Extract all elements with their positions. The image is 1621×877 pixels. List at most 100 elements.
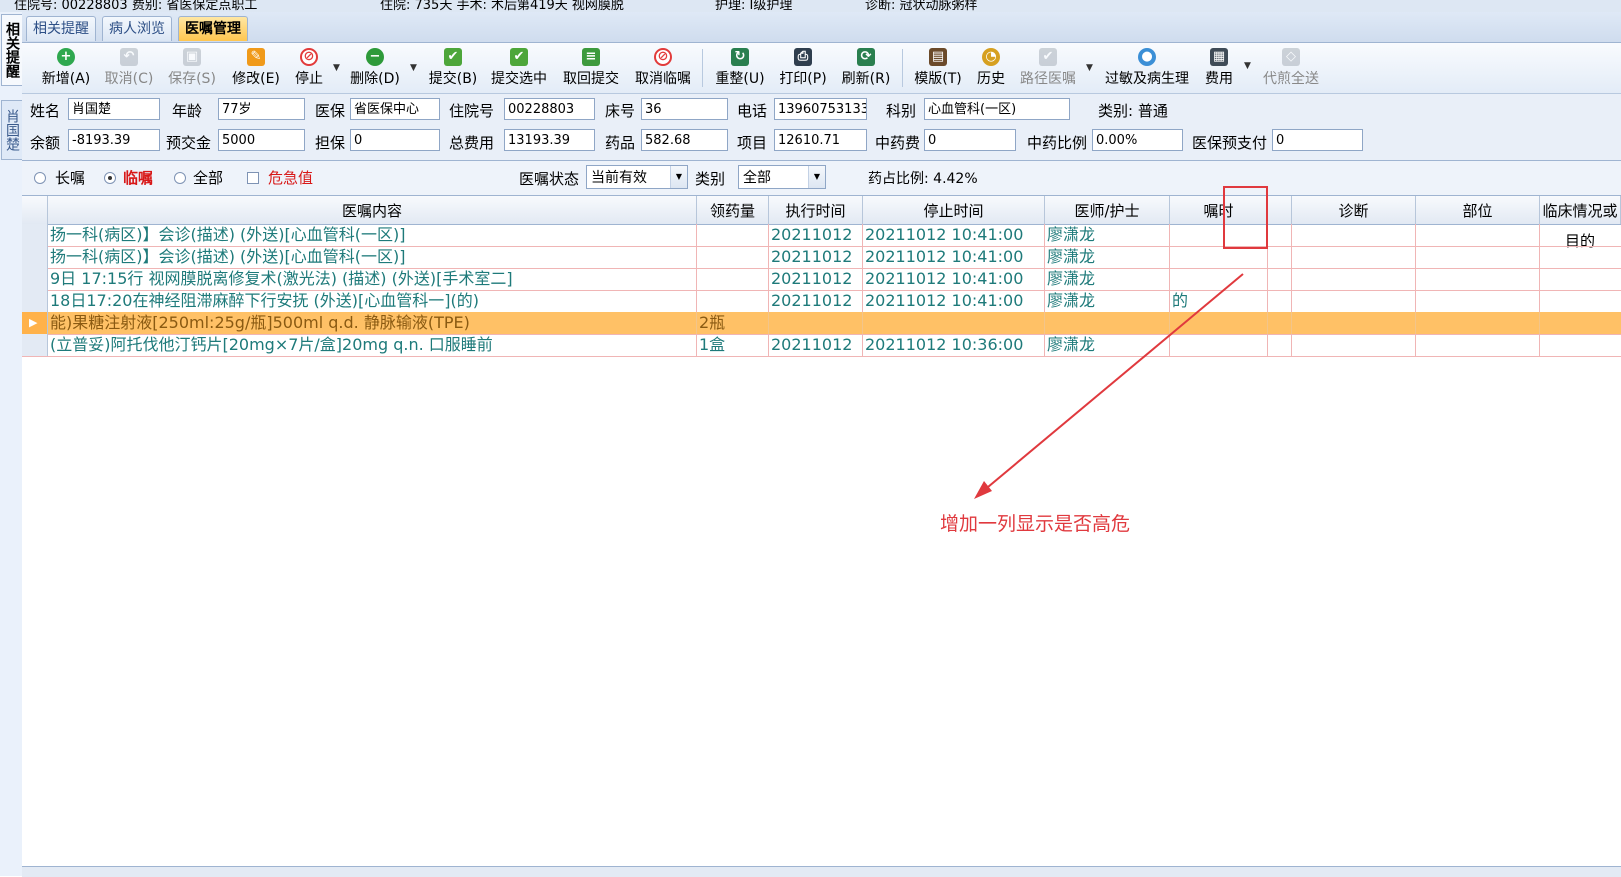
age-field[interactable]: 77岁 [218, 98, 305, 120]
row-header[interactable] [22, 268, 48, 290]
button-label: 取消临嘱 [635, 71, 691, 87]
deposit-field[interactable]: 5000 [218, 129, 305, 151]
type-select[interactable]: 全部 ▼ [738, 165, 826, 189]
button-label: 历史 [977, 71, 1005, 87]
dept-field[interactable]: 心血管科(一区) [924, 98, 1070, 120]
column-header-clinical[interactable]: 临床情况或目的 [1540, 196, 1621, 250]
fee-dropdown-arrow[interactable]: ▼ [1244, 61, 1251, 71]
temp-order-radio[interactable] [104, 172, 116, 184]
temp-order-label: 临嘱 [123, 169, 154, 187]
toolbar-divider [702, 49, 703, 87]
order-content-cell: 18日17:20在神经阻滞麻醉下行安抚 (外送)[心血管科一](的) [48, 290, 697, 312]
table-row[interactable]: (立普妥)阿托伐他汀钙片[20mg×7片/盒]20mg q.n. 口服睡前 1盒… [22, 334, 1621, 357]
qty-cell: 1盒 [697, 334, 769, 356]
balance-field[interactable]: -8193.39 [68, 129, 160, 151]
table-row-selected[interactable]: ▶ 能)果糖注射液[250ml:25g/瓶]500ml q.d. 静脉输液(TP… [22, 312, 1621, 335]
add-button[interactable]: + 新增(A) [38, 46, 94, 90]
critical-value-checkbox[interactable] [247, 172, 259, 184]
drug-field[interactable]: 582.68 [641, 129, 728, 151]
button-label: 提交(B) [428, 71, 478, 87]
button-label: 模版(T) [914, 71, 962, 87]
sidebar-tab-reminders[interactable]: 相关提醒 [1, 14, 23, 86]
column-header-stop-time[interactable]: 停止时间 [863, 196, 1045, 224]
column-header-qty[interactable]: 领药量 [697, 196, 769, 224]
reorganize-button[interactable]: ↻ 重整(U) [712, 46, 768, 90]
column-header-doctor[interactable]: 医师/护士 [1045, 196, 1170, 224]
path-order-button[interactable]: ✔ 路径医嘱 [1016, 46, 1080, 90]
insurance-field[interactable]: 省医保中心 [350, 98, 440, 120]
column-header-diagnosis[interactable]: 诊断 [1292, 196, 1416, 224]
history-button[interactable]: ◔ 历史 [974, 46, 1008, 90]
tab-order-management[interactable]: 医嘱管理 [178, 16, 248, 41]
type-value: 全部 [743, 170, 771, 186]
submit-selected-icon: ✔ [510, 48, 528, 66]
phone-field[interactable]: 13960753133 [774, 98, 867, 120]
table-row[interactable]: 9日 17:15行 视网膜脱离修复术(激光法) (描述) (外送)[手术室二] … [22, 268, 1621, 291]
decoction-send-button[interactable]: ◇ 代煎全送 [1260, 46, 1322, 90]
all-orders-label: 全部 [193, 169, 224, 187]
row-header[interactable] [22, 290, 48, 312]
column-header-high-risk[interactable] [1268, 196, 1292, 224]
row-header[interactable] [22, 334, 48, 356]
qty-cell [697, 246, 769, 268]
column-header-site[interactable]: 部位 [1416, 196, 1540, 224]
cancel-temp-order-button[interactable]: ⊘ 取消临嘱 [632, 46, 694, 90]
exec-time-cell [769, 312, 863, 334]
herb-fee-field[interactable]: 0 [924, 129, 1016, 151]
cancel-button[interactable]: ↶ 取消(C) [102, 46, 156, 90]
grid-header: 医嘱内容 领药量 执行时间 停止时间 医师/护士 嘱时 诊断 部位 临床情况或目… [22, 196, 1621, 250]
edit-button[interactable]: ✎ 修改(E) [228, 46, 284, 90]
bed-field[interactable]: 36 [641, 98, 728, 120]
order-status-value: 当前有效 [591, 170, 647, 186]
exec-time-cell: 20211012 [769, 268, 863, 290]
submit-selected-button[interactable]: ✔ 提交选中 [488, 46, 550, 90]
table-row[interactable]: 扬一科(病区)】会诊(描述) (外送)[心血管科(一区)] 20211012 2… [22, 246, 1621, 269]
header-corner [22, 196, 48, 224]
allergy-button[interactable]: ● 过敏及病生理 [1102, 46, 1192, 90]
save-button[interactable]: ▣ 保存(S) [165, 46, 219, 90]
herb-ratio-field[interactable]: 0.00% [1092, 129, 1183, 151]
submit-button[interactable]: ✔ 提交(B) [425, 46, 481, 90]
stop-button[interactable]: ⊘ 停止 [292, 46, 326, 90]
row-header[interactable] [22, 246, 48, 268]
column-header-content[interactable]: 医嘱内容 [48, 196, 697, 224]
sidebar-tab-patient[interactable]: 肖国楚 [1, 100, 23, 160]
row-header[interactable]: ▶ [22, 312, 48, 334]
refresh-icon: ⟳ [857, 48, 875, 66]
order-status-select[interactable]: 当前有效 ▼ [586, 165, 688, 189]
column-header-exec-time[interactable]: 执行时间 [769, 196, 863, 224]
prepay-field[interactable]: 0 [1272, 129, 1363, 151]
fee-button[interactable]: ▦ 费用 [1202, 46, 1236, 90]
calculator-icon: ▦ [1210, 48, 1228, 66]
long-order-label: 长嘱 [55, 169, 86, 187]
tab-patient-browse[interactable]: 病人浏览 [102, 16, 172, 41]
delete-button[interactable]: − 删除(D) [347, 46, 403, 90]
all-orders-radio[interactable] [174, 172, 186, 184]
refresh-button[interactable]: ⟳ 刷新(R) [839, 46, 893, 90]
guarantee-field[interactable]: 0 [350, 129, 440, 151]
name-field[interactable]: 肖国楚 [68, 98, 160, 120]
long-order-radio[interactable] [34, 172, 46, 184]
summary-item: 诊断: 冠状动脉粥样 [865, 0, 978, 12]
drug-ratio-text: 药占比例: 4.42% [868, 171, 978, 187]
table-row[interactable]: 扬一科(病区)】会诊(描述) (外送)[心血管科(一区)] 20211012 2… [22, 224, 1621, 247]
order-status-label: 医嘱状态 [519, 170, 580, 188]
delete-dropdown-arrow[interactable]: ▼ [410, 63, 417, 73]
stop-dropdown-arrow[interactable]: ▼ [333, 63, 340, 73]
item-field[interactable]: 12610.71 [774, 129, 867, 151]
total-fee-field[interactable]: 13193.39 [504, 129, 595, 151]
order-time-cell [1170, 246, 1268, 268]
template-button[interactable]: ▤ 模版(T) [910, 46, 966, 90]
admission-label: 住院号 [449, 102, 495, 120]
path-order-dropdown-arrow[interactable]: ▼ [1086, 63, 1093, 73]
retrieve-submit-button[interactable]: ≡ 取回提交 [560, 46, 622, 90]
row-header[interactable] [22, 224, 48, 246]
patient-summary-strip: 住院号: 00228803 费别: 省医保定点职工 住院: 735天 手术: 术… [0, 0, 1621, 12]
print-button[interactable]: ⎙ 打印(P) [777, 46, 829, 90]
admission-field[interactable]: 00228803 [504, 98, 595, 120]
table-row[interactable]: 18日17:20在神经阻滞麻醉下行安抚 (外送)[心血管科一](的) 20211… [22, 290, 1621, 313]
high-risk-cell [1268, 312, 1292, 334]
button-label: 保存(S) [168, 71, 216, 87]
tab-reminders[interactable]: 相关提醒 [26, 16, 96, 41]
print-icon: ⎙ [794, 48, 812, 66]
